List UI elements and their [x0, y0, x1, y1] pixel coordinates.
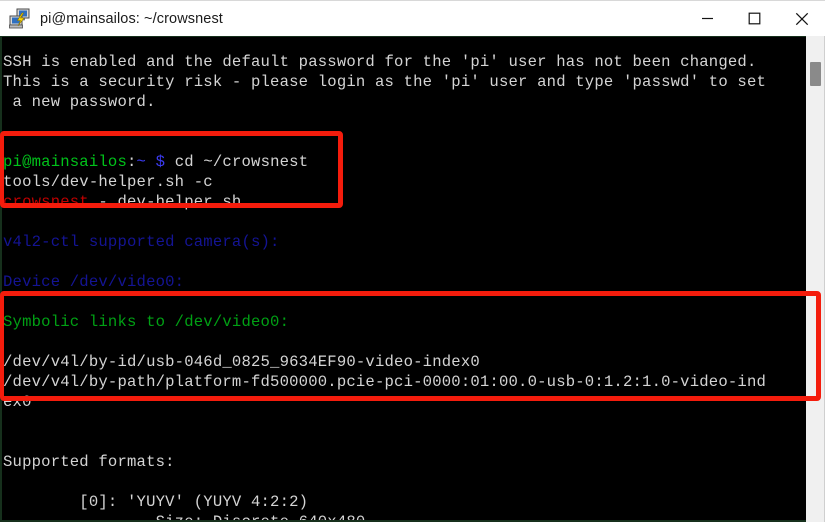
terminal-line: crowsnest - dev-helper.sh: [3, 192, 807, 212]
terminal-text-span: a new password.: [3, 93, 156, 111]
terminal-text-span: Device /dev/video0:: [3, 273, 185, 291]
putty-icon: [9, 8, 31, 30]
window-titlebar[interactable]: pi@mainsailos: ~/crowsnest: [0, 0, 825, 36]
terminal-line: ex0: [3, 392, 807, 412]
terminal-line: v4l2-ctl supported camera(s):: [3, 232, 807, 252]
terminal-text-span: Supported formats:: [3, 453, 175, 471]
terminal-text-span: - dev-helper.sh: [88, 193, 242, 211]
terminal-line: a new password.: [3, 92, 807, 112]
terminal-line: [0]: 'YUYV' (YUYV 4:2:2): [3, 492, 807, 512]
terminal-output: SSH is enabled and the default password …: [3, 52, 807, 522]
titlebar-left: pi@mainsailos: ~/crowsnest: [0, 1, 684, 37]
terminal-line: Device /dev/video0:: [3, 272, 807, 292]
terminal-line: Symbolic links to /dev/video0:: [3, 312, 807, 332]
terminal-text-span: Symbolic links to /dev/video0:: [3, 313, 290, 331]
minimize-button[interactable]: [684, 1, 731, 37]
terminal-line: /dev/v4l/by-id/usb-046d_0825_9634EF90-vi…: [3, 352, 807, 372]
scrollbar-thumb[interactable]: [810, 62, 821, 86]
window-controls: [684, 1, 825, 37]
terminal-text-span: cd ~/crowsnest: [165, 153, 309, 171]
terminal-line: SSH is enabled and the default password …: [3, 52, 807, 72]
window-title: pi@mainsailos: ~/crowsnest: [40, 10, 223, 27]
terminal-text-span: SSH is enabled and the default password …: [3, 53, 757, 71]
terminal-text-span: tools/dev-helper.sh -c: [3, 173, 213, 191]
terminal-text-span: :: [127, 153, 137, 171]
putty-window: pi@mainsailos: ~/crowsnest SSH is enable…: [0, 0, 825, 522]
terminal-line: This is a security risk - please login a…: [3, 72, 807, 92]
terminal-line: Size: Discrete 640x480: [3, 512, 807, 522]
terminal-scrollbar[interactable]: [806, 36, 825, 522]
terminal-text-span: /dev/v4l/by-path/platform-fd500000.pcie-…: [3, 373, 767, 391]
terminal-text-span: ex0: [3, 393, 32, 411]
terminal-text-span: [0]: 'YUYV' (YUYV 4:2:2): [3, 493, 309, 511]
terminal-text-span: pi@mainsailos: [3, 153, 127, 171]
terminal-viewport[interactable]: SSH is enabled and the default password …: [2, 37, 808, 522]
terminal-text-span: This is a security risk - please login a…: [3, 73, 767, 91]
terminal-text-span: $: [155, 153, 166, 171]
terminal-text-span: [146, 153, 156, 171]
terminal-line: /dev/v4l/by-path/platform-fd500000.pcie-…: [3, 372, 807, 392]
terminal-text-span: ~: [136, 153, 147, 171]
terminal-line: pi@mainsailos:~ $ cd ~/crowsnest: [3, 152, 807, 172]
terminal-line: tools/dev-helper.sh -c: [3, 172, 807, 192]
terminal-line: Supported formats:: [3, 452, 807, 472]
close-button[interactable]: [778, 1, 825, 37]
terminal-text-span: Size: Discrete 640x480: [3, 513, 366, 522]
terminal-text-span: /dev/v4l/by-id/usb-046d_0825_9634EF90-vi…: [3, 353, 480, 371]
terminal-text-span: v4l2-ctl supported camera(s):: [3, 233, 280, 251]
terminal-window[interactable]: SSH is enabled and the default password …: [0, 36, 825, 522]
terminal-text-span: crowsnest: [3, 193, 89, 211]
maximize-button[interactable]: [731, 1, 778, 37]
